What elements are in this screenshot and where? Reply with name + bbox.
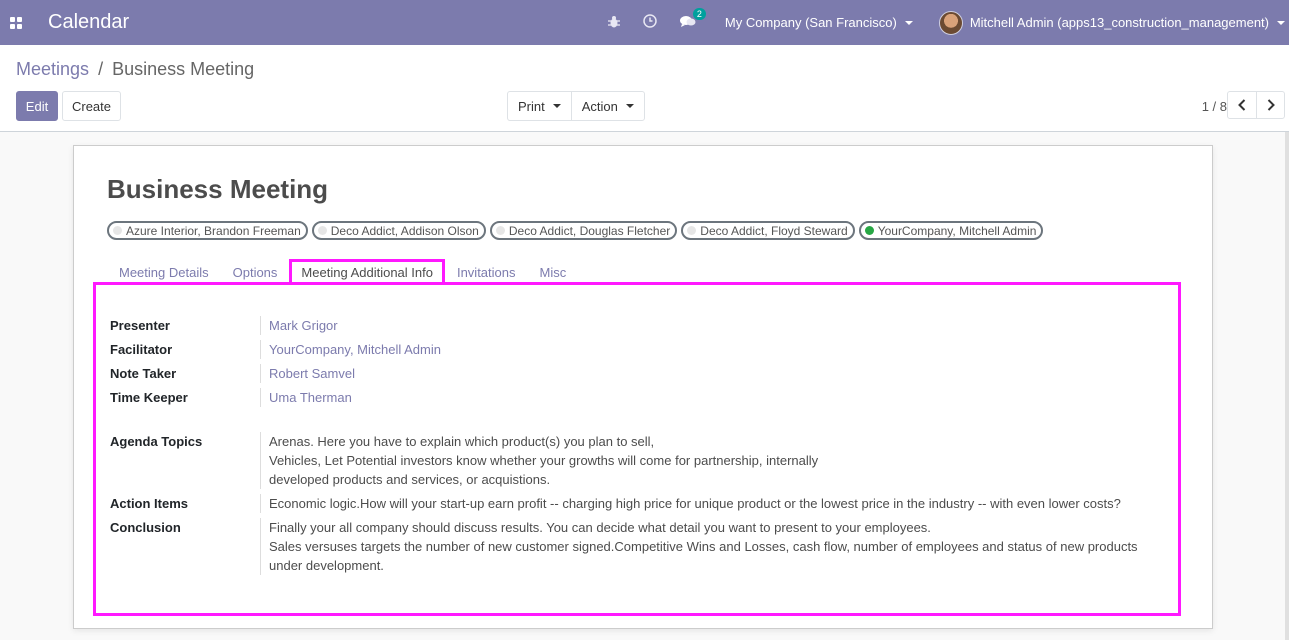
chevron-down-icon [625, 104, 634, 108]
page-scrollbar[interactable] [1285, 132, 1289, 640]
chevron-down-icon [552, 104, 561, 108]
breadcrumb-current: Business Meeting [112, 59, 255, 79]
meeting-additional-info-pane: Presenter Mark Grigor Facilitator YourCo… [93, 282, 1181, 616]
chevron-left-icon [1238, 99, 1246, 111]
agenda-topics-value: Arenas. Here you have to explain which p… [260, 432, 818, 489]
text-line: Sales versuses targets the number of new… [269, 539, 1138, 554]
text-line: developed products and services, or acqu… [269, 472, 551, 487]
facilitator-label: Facilitator [110, 342, 173, 357]
action-items-value: Economic logic.How will your start-up ea… [260, 494, 1121, 513]
breadcrumb-separator: / [98, 59, 104, 79]
messages-count-badge: 2 [692, 7, 706, 20]
presenter-row: Presenter Mark Grigor [110, 316, 338, 335]
action-items-label: Action Items [110, 496, 189, 511]
attendee-label: YourCompany, Mitchell Admin [877, 223, 1037, 238]
status-dot-icon [495, 226, 505, 235]
presenter-label: Presenter [110, 318, 170, 333]
company-name: My Company (San Francisco) [724, 15, 897, 30]
control-panel: Meetings / Business Meeting Edit Create … [0, 45, 1289, 132]
attendee-tag[interactable]: Deco Addict, Floyd Steward [681, 221, 855, 240]
user-name: Mitchell Admin (apps13_construction_mana… [969, 15, 1269, 30]
conclusion-value: Finally your all company should discuss … [260, 518, 1160, 575]
status-dot-icon [317, 226, 327, 235]
note-taker-row: Note Taker Robert Samvel [110, 364, 355, 383]
navbar-systray: 2 My Company (San Francisco) Mitchell Ad… [599, 0, 1289, 45]
form-sheet: Business Meeting Azure Interior, Brandon… [73, 145, 1213, 629]
attendee-label: Deco Addict, Floyd Steward [700, 223, 848, 238]
agenda-topics-row: Agenda Topics Arenas. Here you have to e… [110, 432, 818, 489]
apps-icon[interactable] [0, 0, 32, 45]
user-menu[interactable]: Mitchell Admin (apps13_construction_mana… [938, 10, 1285, 35]
action-dropdown[interactable]: Action [570, 92, 644, 120]
action-label: Action [581, 98, 618, 114]
pager-next-button[interactable] [1256, 92, 1284, 118]
record-title: Business Meeting [107, 174, 329, 204]
create-button[interactable]: Create [62, 91, 121, 121]
attendee-tag[interactable]: Deco Addict, Addison Olson [311, 221, 486, 240]
time-keeper-row: Time Keeper Uma Therman [110, 388, 352, 407]
attendee-tags: Azure Interior, Brandon Freeman Deco Add… [107, 221, 1047, 240]
text-line: Finally your all company should discuss … [269, 520, 931, 535]
print-dropdown[interactable]: Print [508, 92, 571, 120]
time-keeper-label: Time Keeper [110, 390, 188, 405]
print-action-group: Print Action [507, 91, 645, 121]
chevron-down-icon [904, 20, 913, 25]
attendee-tag[interactable]: YourCompany, Mitchell Admin [858, 221, 1044, 240]
pager-previous-button[interactable] [1228, 92, 1256, 118]
top-navbar: Calendar 2 My Company (San Francisco) Mi… [0, 0, 1289, 45]
attendee-tag[interactable]: Deco Addict, Douglas Fletcher [489, 221, 678, 240]
conclusion-row: Conclusion Finally your all company shou… [110, 518, 1160, 575]
note-taker-value[interactable]: Robert Samvel [260, 364, 355, 383]
status-dot-icon [113, 226, 122, 235]
company-switcher[interactable]: My Company (San Francisco) [725, 15, 913, 30]
attendee-tag[interactable]: Azure Interior, Brandon Freeman [107, 221, 308, 240]
breadcrumb: Meetings / Business Meeting [16, 59, 254, 80]
clock-icon[interactable] [643, 14, 657, 31]
pager-buttons [1227, 91, 1285, 119]
status-dot-icon [687, 226, 697, 235]
chevron-down-icon [1277, 20, 1285, 25]
chevron-right-icon [1267, 99, 1275, 111]
bug-icon[interactable] [607, 15, 620, 31]
facilitator-value[interactable]: YourCompany, Mitchell Admin [260, 340, 441, 359]
status-dot-icon [864, 226, 874, 235]
conclusion-label: Conclusion [110, 520, 181, 535]
breadcrumb-meetings-link[interactable]: Meetings [16, 59, 89, 79]
text-line: Vehicles, Let Potential investors know w… [269, 453, 819, 468]
edit-button[interactable]: Edit [16, 91, 58, 121]
print-label: Print [518, 98, 545, 114]
attendee-label: Deco Addict, Douglas Fletcher [508, 223, 671, 238]
chat-icon[interactable]: 2 [679, 7, 706, 31]
presenter-value[interactable]: Mark Grigor [260, 316, 338, 335]
pager-value[interactable]: 1 / 8 [1202, 99, 1227, 114]
text-line: under development. [269, 558, 384, 573]
action-items-row: Action Items Economic logic.How will you… [110, 494, 1121, 513]
attendee-label: Deco Addict, Addison Olson [330, 223, 479, 238]
agenda-topics-label: Agenda Topics [110, 434, 203, 449]
text-line: Arenas. Here you have to explain which p… [269, 434, 655, 449]
time-keeper-value[interactable]: Uma Therman [260, 388, 352, 407]
app-title: Calendar [48, 11, 130, 33]
facilitator-row: Facilitator YourCompany, Mitchell Admin [110, 340, 441, 359]
note-taker-label: Note Taker [110, 366, 177, 381]
attendee-label: Azure Interior, Brandon Freeman [126, 223, 301, 238]
avatar [938, 10, 963, 35]
